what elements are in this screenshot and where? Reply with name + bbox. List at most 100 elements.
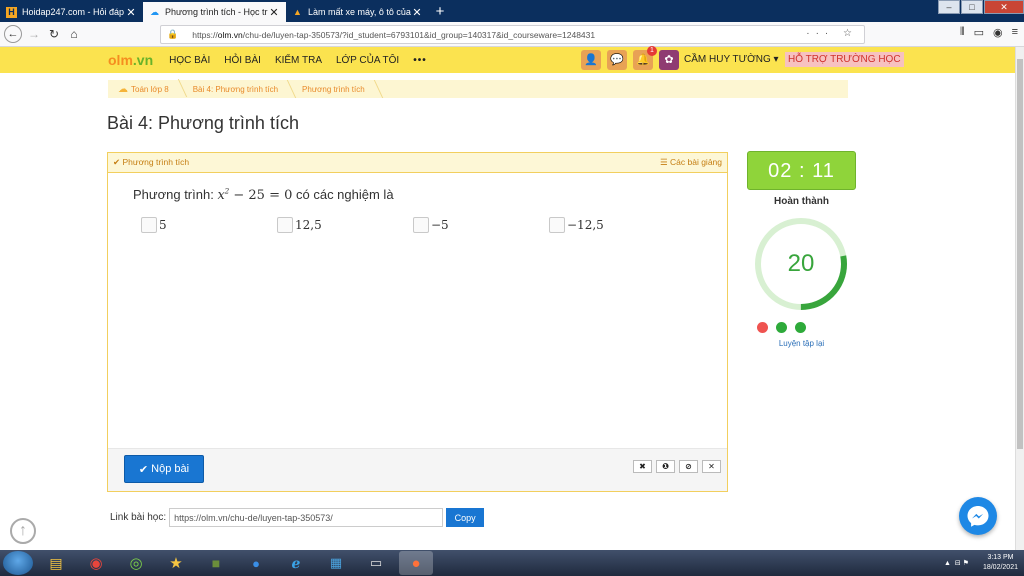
scrollbar-thumb[interactable] bbox=[1017, 59, 1023, 449]
check-circle-icon: ✔ bbox=[113, 157, 121, 167]
submit-button[interactable]: ✔ Nộp bài bbox=[124, 455, 204, 483]
user-icon[interactable]: 👤 bbox=[581, 50, 601, 70]
info-icon[interactable]: ❶ bbox=[656, 460, 675, 473]
answer-option[interactable]: 12,5 bbox=[277, 217, 322, 233]
maximize-button[interactable]: □ bbox=[961, 0, 983, 14]
cancel-icon[interactable]: ✕ bbox=[702, 460, 721, 473]
coccoc-icon[interactable]: ◎ bbox=[119, 551, 153, 575]
answer-checkbox[interactable] bbox=[141, 217, 157, 233]
panel-footer: ✔ Nộp bài ✖ ❶ ⊘ ✕ bbox=[108, 448, 727, 491]
lessons-label: Các bài giảng bbox=[670, 157, 722, 167]
countdown-timer: 02 : 11 bbox=[747, 151, 856, 190]
close-icon[interactable]: ✖ bbox=[633, 460, 652, 473]
cloud-icon: ☁ bbox=[118, 83, 128, 95]
olm-logo[interactable]: olm.vn bbox=[108, 52, 153, 68]
question-math: x2 − 25 = 0 bbox=[217, 188, 292, 203]
account-icon[interactable]: ◉ bbox=[993, 26, 1003, 39]
answer-option[interactable]: 5 bbox=[141, 217, 167, 233]
page-actions-icon[interactable]: ··· ☆ bbox=[806, 28, 858, 39]
copy-button[interactable]: Copy bbox=[446, 508, 485, 527]
start-button[interactable] bbox=[3, 551, 33, 575]
username: CẦM HUY TƯỜNG bbox=[684, 54, 771, 65]
check-icon: ✔ bbox=[138, 463, 149, 476]
math-rest: − 25 = 0 bbox=[229, 188, 293, 203]
breadcrumb-item-topic[interactable]: Phương trình tích bbox=[292, 85, 379, 94]
support-link[interactable]: HỖ TRỢ TRƯỜNG HỌC bbox=[785, 52, 904, 67]
clock-time: 3:13 PM bbox=[987, 554, 1014, 561]
breadcrumb-item-lesson[interactable]: Bài 4: Phương trình tích bbox=[183, 85, 292, 94]
menu-item-hoc-bai[interactable]: HỌC BÀI bbox=[169, 55, 210, 66]
menu-item-kiem-tra[interactable]: KIỂM TRA bbox=[275, 55, 322, 66]
url-bar[interactable]: 🔒 https://olm.vn/chu-de/luyen-tap-350573… bbox=[160, 25, 865, 44]
menu-icon[interactable]: ≡ bbox=[1012, 26, 1018, 39]
close-tab-icon[interactable]: ✕ bbox=[125, 6, 137, 19]
library-icon[interactable]: ⫴ bbox=[960, 26, 965, 39]
lesson-link-row: Link bài học: Copy bbox=[110, 508, 485, 527]
messenger-icon[interactable] bbox=[959, 497, 997, 535]
avatar[interactable]: ✿ bbox=[659, 50, 679, 70]
page-scrollbar[interactable] bbox=[1015, 47, 1024, 550]
tab-news[interactable]: ▲ Làm mất xe máy, ô tô của bạn ✕ bbox=[286, 2, 429, 22]
home-icon[interactable]: ⌂ bbox=[64, 27, 84, 41]
menu-item-hoi-bai[interactable]: HỎI BÀI bbox=[224, 55, 261, 66]
tray-arrow-icon[interactable]: ▲ bbox=[944, 560, 951, 567]
clock-date: 18/02/2021 bbox=[982, 564, 1018, 571]
minimize-button[interactable]: – bbox=[938, 0, 960, 14]
scroll-up-icon[interactable]: ↑ bbox=[10, 518, 36, 544]
answer-label: 12,5 bbox=[295, 218, 322, 232]
back-arrow-icon[interactable]: ← bbox=[4, 25, 22, 43]
flag-icon[interactable]: ⚑ bbox=[963, 559, 969, 567]
forward-arrow-icon[interactable]: → bbox=[24, 27, 44, 41]
answer-checkbox[interactable] bbox=[413, 217, 429, 233]
answer-checkbox[interactable] bbox=[277, 217, 293, 233]
minecraft-icon[interactable]: ■ bbox=[199, 551, 233, 575]
network-icon[interactable]: ⊟ bbox=[955, 559, 961, 567]
sidebar-icon[interactable]: ▭ bbox=[974, 26, 984, 39]
chrome-icon[interactable]: ◉ bbox=[79, 551, 113, 575]
tab-title: Phương trình tích - Học trực tuyến bbox=[165, 7, 268, 17]
close-tab-icon[interactable]: ✕ bbox=[411, 6, 423, 19]
user-menu[interactable]: CẦM HUY TƯỜNG ▾ bbox=[684, 54, 779, 65]
breadcrumb: ☁ Toán lớp 8 Bài 4: Phương trình tích Phư… bbox=[108, 80, 848, 98]
result-dot-correct bbox=[795, 322, 806, 333]
page-title: Bài 4: Phương trình tích bbox=[107, 113, 299, 133]
tab-hoidap247[interactable]: H Hoidap247.com - Hỏi đáp bài tập ✕ bbox=[0, 2, 143, 22]
notification-icon[interactable]: 🔔 1 bbox=[633, 46, 657, 70]
submit-label: Nộp bài bbox=[151, 463, 190, 475]
url-host: olm.vn bbox=[217, 29, 243, 40]
star-app-icon[interactable]: ★ bbox=[159, 551, 193, 575]
chat-icon[interactable]: 💬 bbox=[607, 50, 627, 70]
answer-option[interactable]: −12,5 bbox=[549, 217, 604, 233]
answer-option[interactable]: −5 bbox=[413, 217, 449, 233]
zalo-icon[interactable]: ● bbox=[239, 551, 273, 575]
close-tab-icon[interactable]: ✕ bbox=[268, 6, 280, 19]
answer-checkbox[interactable] bbox=[549, 217, 565, 233]
block-icon[interactable]: ⊘ bbox=[679, 460, 698, 473]
question-text: Phương trình: x2 − 25 = 0 có các nghiệm … bbox=[133, 187, 394, 203]
notepad-icon[interactable]: ▭ bbox=[359, 551, 393, 575]
retry-link[interactable]: Luyện tập lại bbox=[747, 339, 856, 348]
reload-icon[interactable]: ↻ bbox=[44, 27, 64, 41]
menu-more-icon[interactable]: ••• bbox=[413, 55, 427, 66]
lessons-link[interactable]: ☰ Các bài giảng bbox=[660, 157, 722, 168]
new-tab-button[interactable]: + bbox=[429, 2, 451, 22]
completion-label: Hoàn thành bbox=[774, 196, 829, 207]
panel-header: ✔ Phương trình tích ☰ Các bài giảng bbox=[108, 153, 727, 173]
close-window-button[interactable]: ✕ bbox=[984, 0, 1024, 14]
exercise-panel: ✔ Phương trình tích ☰ Các bài giảng Phươ… bbox=[107, 152, 728, 492]
taskbar-clock[interactable]: 3:13 PM 18/02/2021 bbox=[983, 553, 1018, 573]
score-value: 20 bbox=[787, 250, 815, 277]
cloud-favicon-icon: ☁ bbox=[150, 6, 159, 17]
internet-explorer-icon[interactable]: ℯ bbox=[279, 551, 313, 575]
firefox-icon[interactable]: ● bbox=[399, 551, 433, 575]
math-var: x bbox=[217, 188, 225, 203]
tab-olm-active[interactable]: ☁ Phương trình tích - Học trực tuyến ✕ bbox=[143, 2, 286, 22]
question-prefix: Phương trình: bbox=[133, 187, 218, 202]
breadcrumb-item-course[interactable]: ☁ Toán lớp 8 bbox=[108, 84, 183, 95]
store-icon[interactable]: ▦ bbox=[319, 551, 353, 575]
logo-tld: .vn bbox=[132, 52, 154, 68]
menu-item-lop-cua-toi[interactable]: LỚP CỦA TÔI bbox=[336, 55, 399, 66]
header-icons: 👤 💬 🔔 1 ✿ bbox=[581, 46, 679, 70]
lesson-link-input[interactable] bbox=[169, 508, 444, 527]
file-explorer-icon[interactable]: ▤ bbox=[39, 551, 73, 575]
